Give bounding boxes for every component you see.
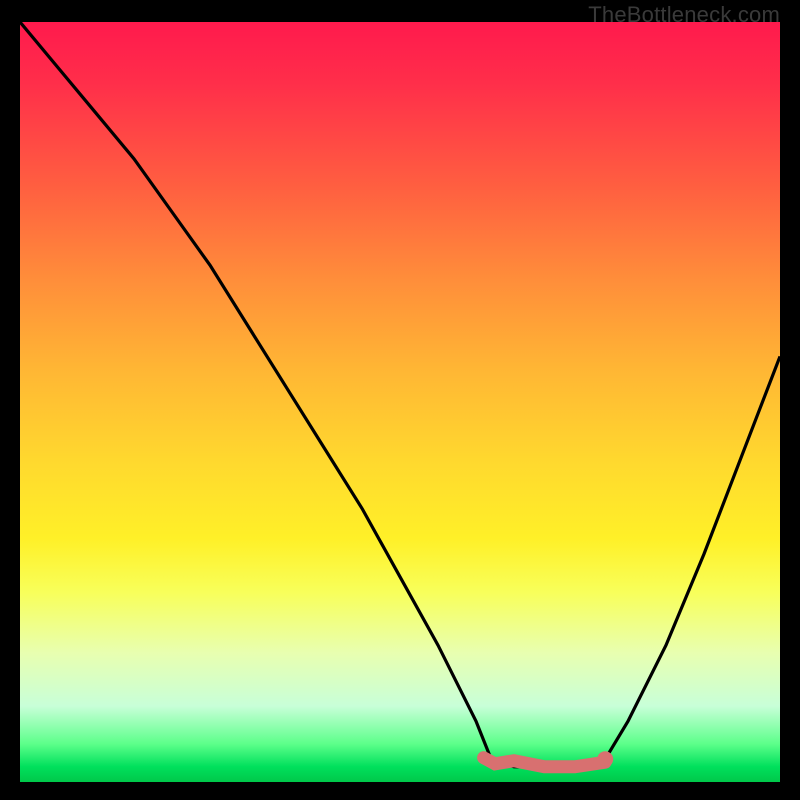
watermark-text: TheBottleneck.com xyxy=(588,2,780,28)
bottleneck-curve xyxy=(20,22,780,767)
chart-frame: TheBottleneck.com xyxy=(0,0,800,800)
min-segment xyxy=(484,758,606,767)
curve-line xyxy=(20,22,780,767)
marker-dot xyxy=(597,751,613,767)
curve-layer xyxy=(20,22,780,782)
min-segment-line xyxy=(484,758,606,767)
plot-area xyxy=(20,22,780,782)
